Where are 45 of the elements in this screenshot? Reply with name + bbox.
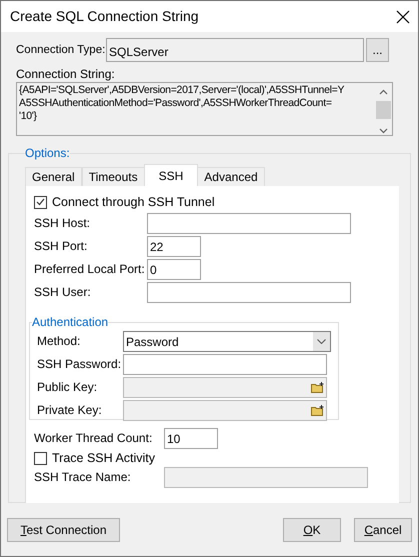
input-field[interactable]: [123, 354, 327, 375]
checkbox-label: Connect through SSH Tunnel: [52, 194, 215, 211]
group-legend: Authentication: [32, 313, 108, 331]
field-label: Preferred Local Port:: [34, 261, 146, 278]
window-title: Create SQL Connection String: [10, 7, 199, 26]
input-field[interactable]: 10: [164, 428, 218, 449]
folder-icon: [311, 405, 324, 416]
input-field[interactable]: [147, 282, 351, 303]
input-field[interactable]: 0: [147, 259, 201, 280]
field-label: Public Key:: [37, 379, 98, 396]
field-label: SSH User:: [34, 284, 92, 301]
folder-icon: [311, 382, 324, 393]
dropdown[interactable]: Password: [123, 331, 331, 352]
tab[interactable]: SSH: [144, 164, 198, 186]
field-label: SSH Host:: [34, 215, 92, 232]
tab[interactable]: Timeouts: [82, 167, 145, 186]
checkbox-label: Trace SSH Activity: [52, 450, 156, 467]
text-line: '10'}: [19, 110, 37, 123]
field-label: Connection Type:: [16, 44, 106, 56]
group-legend: Options:: [25, 144, 70, 162]
field-label: Method:: [37, 333, 82, 350]
tab[interactable]: General: [25, 167, 82, 186]
dialog-button[interactable]: Cancel: [354, 518, 412, 542]
scroll-thumb[interactable]: [376, 101, 391, 119]
field-label: Private Key:: [37, 402, 103, 419]
checkbox[interactable]: [34, 196, 47, 208]
text-line: A5SSHAuthenticationMethod='Password',A5SSHWorkerThreadCount=: [19, 97, 332, 110]
field-label: Connection String:: [16, 67, 115, 81]
checkbox[interactable]: [34, 452, 47, 464]
scroll-down-icon[interactable]: [379, 128, 388, 134]
text-area[interactable]: {A5API='SQLServer',A5DBVersion=2017,Server='(local)',A5SSHTunnel=Y A5SSHAuthenticationMethod='Password',A5SSHWorkerThreadCount= '10'}: [16, 82, 393, 136]
browse-button[interactable]: ...: [366, 38, 389, 62]
scroll-up-icon[interactable]: [379, 89, 388, 95]
close-icon[interactable]: [396, 10, 410, 24]
input-field[interactable]: SQLServer: [106, 38, 364, 62]
input-field[interactable]: 22: [147, 236, 201, 257]
field-label: SSH Password:: [37, 356, 122, 373]
dialog-button[interactable]: Test Connection: [7, 518, 120, 542]
text-line: {A5API='SQLServer',A5DBVersion=2017,Server='(local)',A5SSHTunnel=Y: [19, 84, 344, 97]
field-label: SSH Trace Name:: [34, 469, 132, 486]
field-label: SSH Port:: [34, 238, 88, 255]
field-label: Worker Thread Count:: [34, 430, 154, 447]
tab[interactable]: Advanced: [197, 167, 265, 186]
dialog-button[interactable]: OK: [283, 518, 341, 542]
input-field[interactable]: [147, 213, 351, 234]
